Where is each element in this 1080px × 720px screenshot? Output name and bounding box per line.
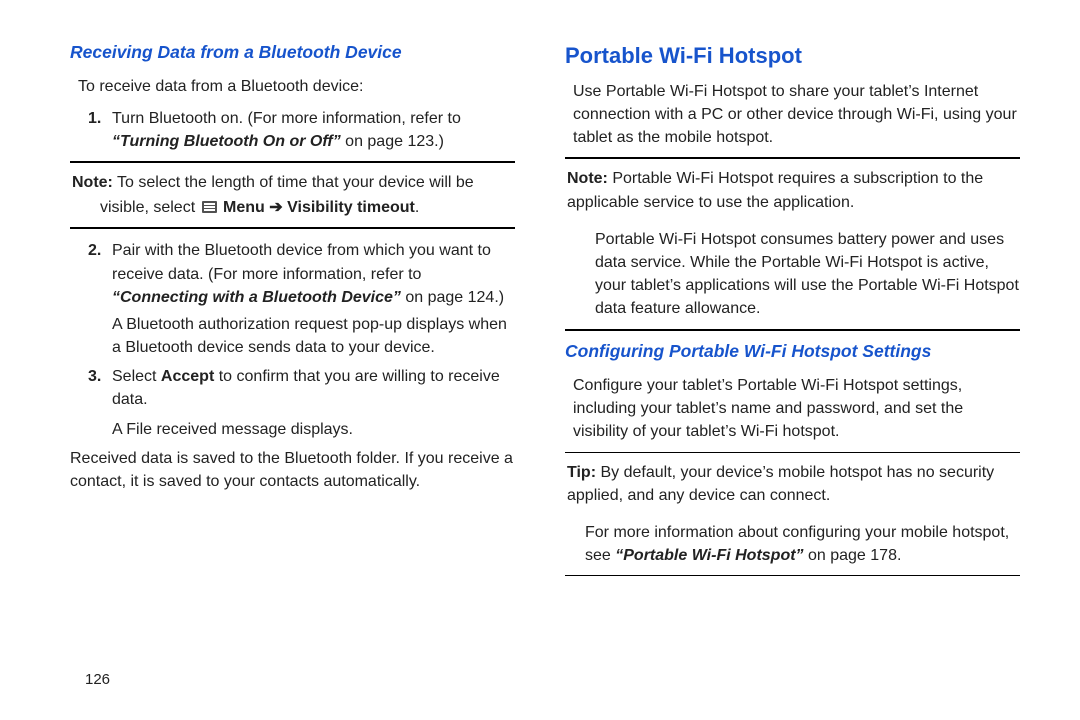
step-3-text-a: Select xyxy=(112,368,161,385)
step-2-text-a: Pair with the Bluetooth device from whic… xyxy=(112,242,491,282)
left-outro: Received data is saved to the Bluetooth … xyxy=(70,447,515,493)
divider xyxy=(565,575,1020,576)
right-tip-b-ref: “Portable Wi-Fi Hotspot” xyxy=(615,547,803,564)
right-sub: Configuring Portable Wi-Fi Hotspot Setti… xyxy=(565,339,1020,364)
step-1-body: Turn Bluetooth on. (For more information… xyxy=(112,107,515,153)
step-2: 2. Pair with the Bluetooth device from w… xyxy=(70,239,515,359)
page: Receiving Data from a Bluetooth Device T… xyxy=(0,0,1080,720)
left-heading: Receiving Data from a Bluetooth Device xyxy=(70,40,515,65)
step-3-accept: Accept xyxy=(161,368,214,385)
right-note-b: Portable Wi-Fi Hotspot consumes battery … xyxy=(565,228,1020,321)
step-1-text-a: Turn Bluetooth on. (For more information… xyxy=(112,110,461,127)
step-3: 3. Select Accept to confirm that you are… xyxy=(70,365,515,441)
right-tip-b: For more information about configuring y… xyxy=(565,521,1020,567)
right-note-a: Portable Wi-Fi Hotspot requires a subscr… xyxy=(567,170,983,210)
divider xyxy=(565,452,1020,453)
step-2-text-b: on page 124.) xyxy=(401,289,504,306)
note-1-menu: Menu xyxy=(223,199,265,216)
step-1-number: 1. xyxy=(88,107,112,153)
divider xyxy=(70,161,515,163)
note-1-end: . xyxy=(415,199,419,216)
right-note-label: Note: xyxy=(567,170,608,187)
note-1-text-a: To select the length of time that your d… xyxy=(113,174,474,191)
page-number: 126 xyxy=(85,671,110,688)
right-column: Portable Wi-Fi Hotspot Use Portable Wi-F… xyxy=(540,40,1040,700)
step-2-body: Pair with the Bluetooth device from whic… xyxy=(112,239,515,359)
menu-icon xyxy=(202,201,217,213)
step-3-text-c: A File received message displays. xyxy=(112,421,353,438)
left-column: Receiving Data from a Bluetooth Device T… xyxy=(40,40,540,700)
divider xyxy=(70,227,515,229)
step-2-text-c: A Bluetooth authorization request pop-up… xyxy=(112,316,507,356)
left-intro: To receive data from a Bluetooth device: xyxy=(70,75,515,98)
right-note: Note: Portable Wi-Fi Hotspot requires a … xyxy=(565,167,1020,213)
step-1-text-b: on page 123.) xyxy=(341,133,444,150)
step-2-number: 2. xyxy=(88,239,112,359)
right-tip: Tip: By default, your device’s mobile ho… xyxy=(565,461,1020,507)
note-1-label: Note: xyxy=(72,174,113,191)
right-tip-label: Tip: xyxy=(567,464,596,481)
step-3-body: Select Accept to confirm that you are wi… xyxy=(112,365,515,441)
right-p1: Use Portable Wi-Fi Hotspot to share your… xyxy=(565,80,1020,150)
note-1-line2: visible, select Menu ➔ Visibility timeou… xyxy=(72,196,515,219)
step-2-ref: “Connecting with a Bluetooth Device” xyxy=(112,289,401,306)
note-1-text-b: visible, select xyxy=(100,199,200,216)
right-title: Portable Wi-Fi Hotspot xyxy=(565,40,1020,72)
note-1-vt: Visibility timeout xyxy=(287,199,415,216)
right-tip-b-b: on page 178. xyxy=(804,547,902,564)
right-tip-a: By default, your device’s mobile hotspot… xyxy=(567,464,994,504)
right-p2: Configure your tablet’s Portable Wi-Fi H… xyxy=(565,374,1020,444)
divider xyxy=(565,157,1020,159)
step-1-ref: “Turning Bluetooth On or Off” xyxy=(112,133,341,150)
divider xyxy=(565,329,1020,331)
arrow-icon: ➔ xyxy=(265,199,287,216)
step-3-number: 3. xyxy=(88,365,112,441)
note-1: Note: To select the length of time that … xyxy=(70,171,515,219)
step-1: 1. Turn Bluetooth on. (For more informat… xyxy=(70,107,515,153)
